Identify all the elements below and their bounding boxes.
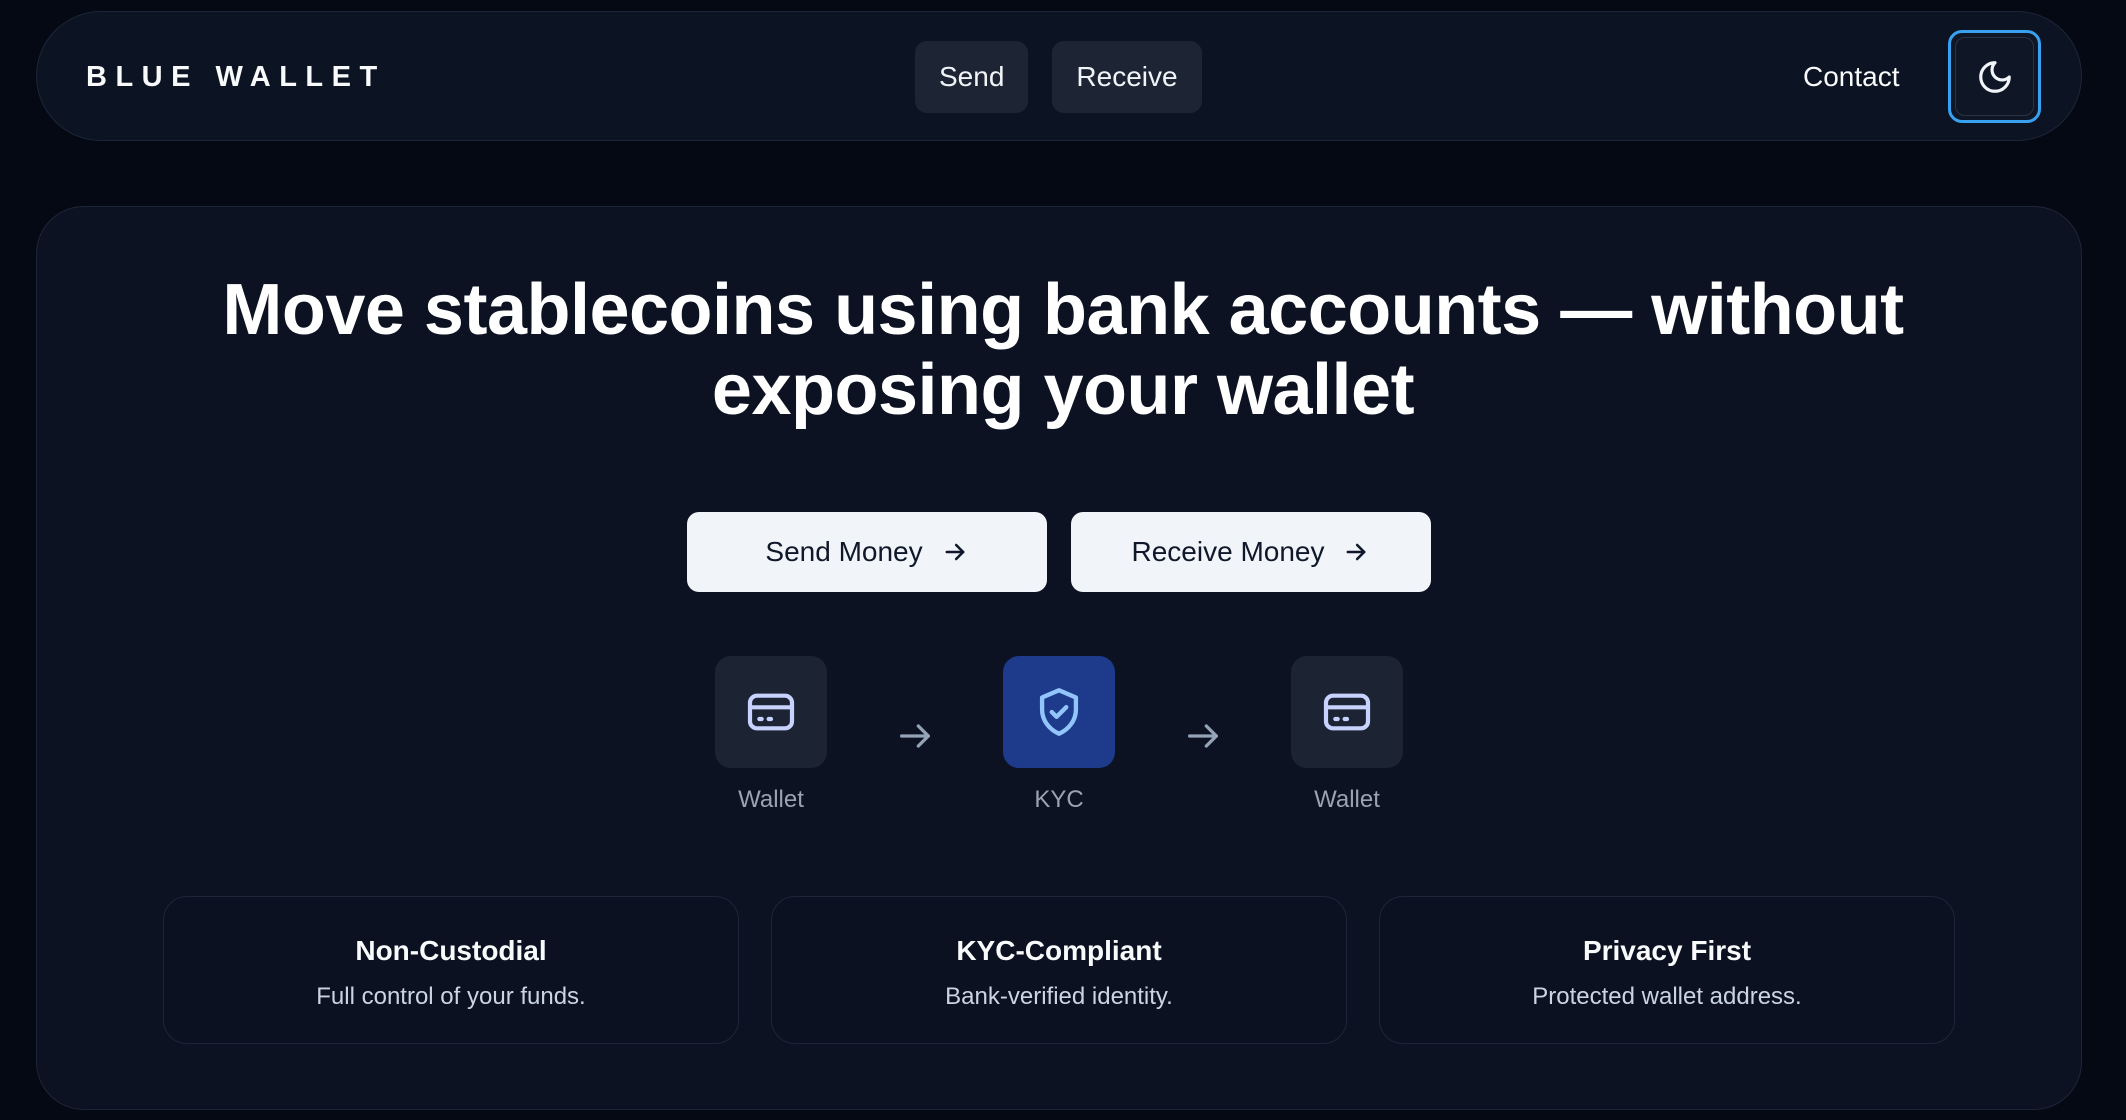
feature-description: Bank-verified identity. xyxy=(945,983,1173,1010)
flow-label-wallet: Wallet xyxy=(1314,786,1380,813)
credit-card-icon xyxy=(1323,693,1371,731)
shield-check-icon xyxy=(1039,688,1079,736)
feature-title: Privacy First xyxy=(1582,935,1752,966)
receive-money-button[interactable]: Receive Money xyxy=(1071,512,1431,592)
theme-toggle-button[interactable] xyxy=(1948,30,2041,123)
credit-card-icon xyxy=(747,693,795,731)
flow-box-kyc xyxy=(1003,656,1115,768)
flow-step-source-wallet: Wallet xyxy=(715,656,827,814)
feature-card-non-custodial: Non-Custodial Full control of your funds… xyxy=(163,896,739,1044)
arrow-right-icon xyxy=(1347,543,1366,561)
headline-line-2: exposing your wallet xyxy=(711,350,1415,430)
feature-description: Full control of your funds. xyxy=(316,983,586,1010)
send-money-label: Send Money xyxy=(765,536,923,567)
headline-line-1: Move stablecoins using bank accounts — w… xyxy=(222,270,1904,350)
flow-box-wallet xyxy=(1291,656,1403,768)
arrow-right-icon xyxy=(945,543,965,561)
feature-title: KYC-Compliant xyxy=(956,935,1162,966)
nav-send-button[interactable]: Send xyxy=(915,41,1029,113)
brand-logo[interactable]: BLUE WALLET xyxy=(86,12,386,142)
flow-box-wallet xyxy=(715,656,827,768)
send-money-button[interactable]: Send Money xyxy=(687,512,1047,592)
flow-arrow-right-icon xyxy=(900,724,930,748)
theme-toggle-inner xyxy=(1955,37,2034,116)
flow-label-kyc: KYC xyxy=(1034,786,1084,813)
contact-link[interactable]: Contact xyxy=(1803,12,1900,142)
flow-label-wallet: Wallet xyxy=(738,786,804,813)
top-navbar: BLUE WALLET Send Receive Contact xyxy=(36,11,2082,141)
hero-headline: Move stablecoins using bank accounts — w… xyxy=(0,270,2126,430)
receive-money-label: Receive Money xyxy=(1131,536,1325,567)
feature-card-kyc-compliant: KYC-Compliant Bank-verified identity. xyxy=(771,896,1347,1044)
flow-step-kyc: KYC xyxy=(1003,656,1115,814)
feature-title: Non-Custodial xyxy=(355,935,547,966)
flow-arrow-right-icon xyxy=(1188,724,1218,748)
nav-group: Send Receive xyxy=(915,41,1202,113)
feature-description: Protected wallet address. xyxy=(1532,983,1802,1010)
moon-icon xyxy=(1978,60,2011,93)
nav-receive-button[interactable]: Receive xyxy=(1052,41,1202,113)
flow-step-dest-wallet: Wallet xyxy=(1291,656,1403,814)
cta-row: Send Money Receive Money xyxy=(687,512,1431,592)
feature-card-privacy-first: Privacy First Protected wallet address. xyxy=(1379,896,1955,1044)
